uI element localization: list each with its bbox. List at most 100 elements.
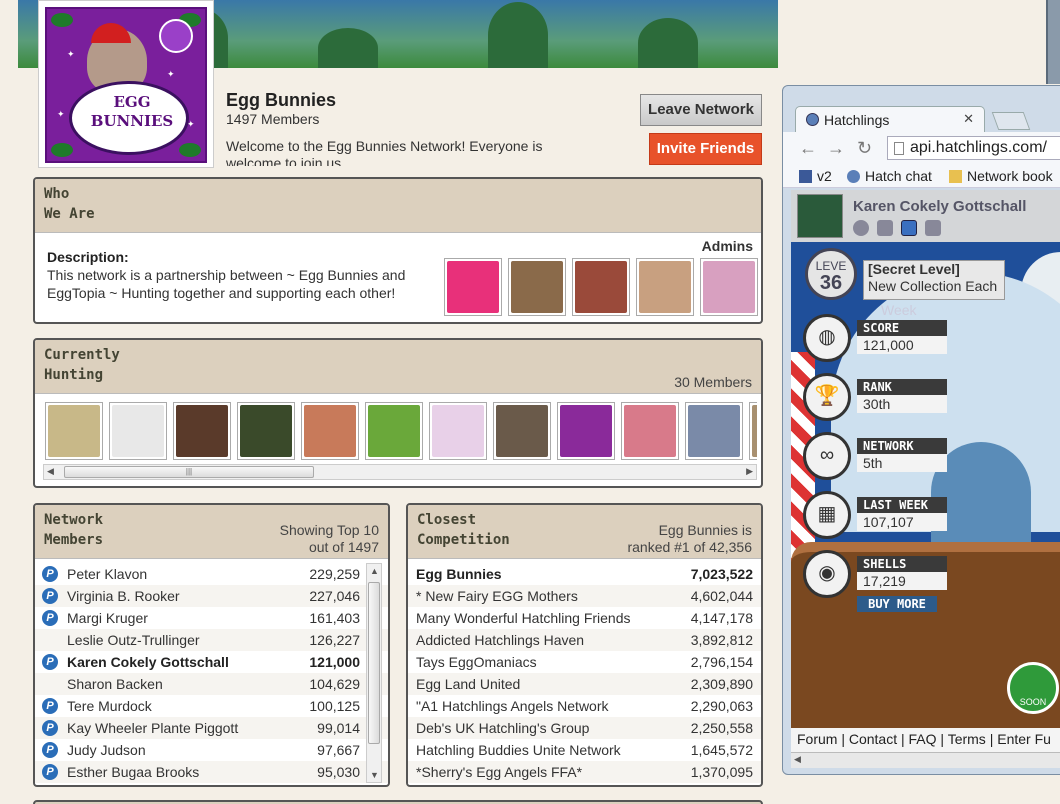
member-list: P Peter Klavon 229,259 P Virginia B. Rooker 2…	[35, 563, 388, 783]
hunting-member-avatar[interactable]	[429, 402, 487, 460]
globe-icon[interactable]	[853, 220, 869, 236]
leave-network-button[interactable]: Leave Network	[640, 94, 762, 126]
hunting-member-avatar[interactable]	[45, 402, 103, 460]
vertical-scrollbar[interactable]: ▲ ▼	[366, 563, 382, 783]
member-row[interactable]: P Margi Kruger 161,403	[35, 607, 388, 629]
member-row[interactable]: P Judy Judson 97,667	[35, 739, 388, 761]
scroll-up-icon[interactable]: ▲	[370, 566, 379, 576]
level-title: [Secret Level]	[868, 261, 960, 277]
description-text: This network is a partnership between ~ …	[47, 267, 406, 301]
panel-title: Closest Competition	[417, 512, 510, 548]
admin-avatar[interactable]	[572, 258, 630, 316]
invite-friends-button[interactable]: Invite Friends	[649, 133, 762, 165]
app-username[interactable]: Karen Cokely Gottschall	[853, 198, 1026, 215]
browser-tab[interactable]: Hatchlings ✕	[795, 106, 985, 132]
tab-title: Hatchlings	[824, 112, 890, 128]
competition-row[interactable]: Tays EggOmaniacs 2,796,154	[408, 651, 761, 673]
admin-avatar[interactable]	[508, 258, 566, 316]
member-row[interactable]: P Esther Bugaa Brooks 95,030	[35, 761, 388, 783]
competition-row[interactable]: Many Wonderful Hatchling Friends 4,147,17…	[408, 607, 761, 629]
hunting-member-avatar[interactable]	[237, 402, 295, 460]
chat-icon[interactable]	[877, 220, 893, 236]
scroll-thumb[interactable]	[368, 582, 380, 744]
bookmark-network-book[interactable]: Network book	[949, 168, 1053, 184]
network-name: * New Fairy EGG Mothers	[416, 588, 578, 604]
level-badge: LEVE 36 [Secret Level] New Collection Eac…	[805, 248, 1015, 318]
hunting-member-avatar[interactable]	[173, 402, 231, 460]
admin-avatar[interactable]	[636, 258, 694, 316]
admins-label: Admins	[701, 238, 753, 254]
close-tab-icon[interactable]: ✕	[963, 111, 974, 127]
hunting-member-avatar[interactable]	[685, 402, 743, 460]
network-name: Deb's UK Hatchling's Group	[416, 720, 590, 736]
hunting-member-avatar[interactable]	[493, 402, 551, 460]
competition-row[interactable]: Addicted Hatchlings Haven 3,892,812	[408, 629, 761, 651]
profile-icon: P	[42, 720, 58, 736]
member-row[interactable]: Sharon Backen 104,629	[35, 673, 388, 695]
network-score: 3,892,812	[690, 632, 753, 648]
stat-network: ∞ NETWORK 5th	[803, 432, 963, 484]
hunting-member-avatar[interactable]	[109, 402, 167, 460]
buy-more-button[interactable]: BUY MORE	[857, 596, 937, 612]
profile-icon: P	[42, 742, 58, 758]
member-row[interactable]: Leslie Outz-Trullinger 126,227	[35, 629, 388, 651]
competition-row[interactable]: Egg Bunnies 7,023,522	[408, 563, 761, 585]
horizontal-scrollbar[interactable]: ◀ ||| ▶	[43, 464, 757, 480]
hunting-member-avatar[interactable]	[365, 402, 423, 460]
horizontal-scrollbar[interactable]: ◀	[791, 752, 1060, 768]
reload-icon[interactable]: ↻	[857, 138, 872, 159]
competition-row[interactable]: Egg Land United 2,309,890	[408, 673, 761, 695]
member-row[interactable]: P Virginia B. Rooker 227,046	[35, 585, 388, 607]
competition-row[interactable]: Deb's UK Hatchling's Group 2,250,558	[408, 717, 761, 739]
hatchlings-browser-window: Hatchlings ✕ ← → ↻ api.hatchlings.com/ v…	[782, 85, 1060, 775]
scroll-right-icon[interactable]: ▶	[746, 466, 753, 477]
document-icon[interactable]	[925, 220, 941, 236]
bookmark-hatch-chat[interactable]: Hatch chat	[847, 168, 932, 184]
eggs-icon: ◍	[803, 314, 851, 362]
network-name: *Sherry's Egg Angels FFA*	[416, 764, 583, 780]
notifications-icon[interactable]	[901, 220, 917, 236]
member-row[interactable]: P Kay Wheeler Plante Piggott 99,014	[35, 717, 388, 739]
network-member-count: 1497 Members	[226, 111, 320, 127]
competition-row[interactable]: Hatchling Buddies Unite Network 1,645,572	[408, 739, 761, 761]
hunting-member-avatar[interactable]	[749, 402, 757, 460]
scroll-down-icon[interactable]: ▼	[370, 770, 379, 780]
hunting-member-avatar[interactable]	[557, 402, 615, 460]
avatar[interactable]	[797, 194, 843, 238]
network-name: Egg Bunnies	[416, 566, 502, 582]
url-text: api.hatchlings.com/	[910, 139, 1047, 156]
logo-text-line1: EGG	[113, 93, 151, 111]
hunting-member-avatar[interactable]	[301, 402, 359, 460]
network-score: 4,147,178	[690, 610, 753, 626]
app-footer-links[interactable]: Forum | Contact | FAQ | Terms | Enter Fu	[791, 728, 1060, 752]
scroll-thumb[interactable]: |||	[64, 466, 314, 478]
member-row[interactable]: P Peter Klavon 229,259	[35, 563, 388, 585]
hatchlings-icon	[847, 169, 860, 183]
profile-icon: P	[42, 764, 58, 780]
network-members-panel: Network Members Showing Top 10 out of 1497…	[33, 503, 390, 787]
network-title: Egg Bunnies	[226, 90, 337, 110]
competition-row[interactable]: *Sherry's Egg Angels FFA* 1,370,095	[408, 761, 761, 783]
back-icon[interactable]: ←	[799, 138, 817, 159]
scroll-left-icon[interactable]: ◀	[47, 466, 54, 477]
network-score: 2,309,890	[690, 676, 753, 692]
bookmark-v2[interactable]: v2	[799, 168, 832, 184]
address-bar[interactable]: api.hatchlings.com/	[887, 136, 1060, 160]
scroll-left-icon[interactable]: ◀	[794, 754, 801, 765]
member-row[interactable]: P Tere Murdock 100,125	[35, 695, 388, 717]
member-name: Karen Cokely Gottschall	[67, 654, 229, 670]
admin-avatar[interactable]	[700, 258, 758, 316]
forward-icon[interactable]: →	[827, 138, 845, 159]
soon-button[interactable]: SOON	[1007, 662, 1059, 714]
admin-avatar[interactable]	[444, 258, 502, 316]
competition-row[interactable]: "A1 Hatchlings Angels Network 2,290,063	[408, 695, 761, 717]
competition-row[interactable]: * New Fairy EGG Mothers 4,602,044	[408, 585, 761, 607]
member-score: 97,667	[317, 742, 360, 758]
new-tab-button[interactable]	[991, 112, 1031, 130]
member-row[interactable]: P Karen Cokely Gottschall 121,000	[35, 651, 388, 673]
hunting-member-avatar[interactable]	[621, 402, 679, 460]
network-score: 1,645,572	[690, 742, 753, 758]
member-score: 227,046	[309, 588, 360, 604]
member-name: Margi Kruger	[67, 610, 148, 626]
hunting-count: 30 Members	[674, 374, 752, 390]
